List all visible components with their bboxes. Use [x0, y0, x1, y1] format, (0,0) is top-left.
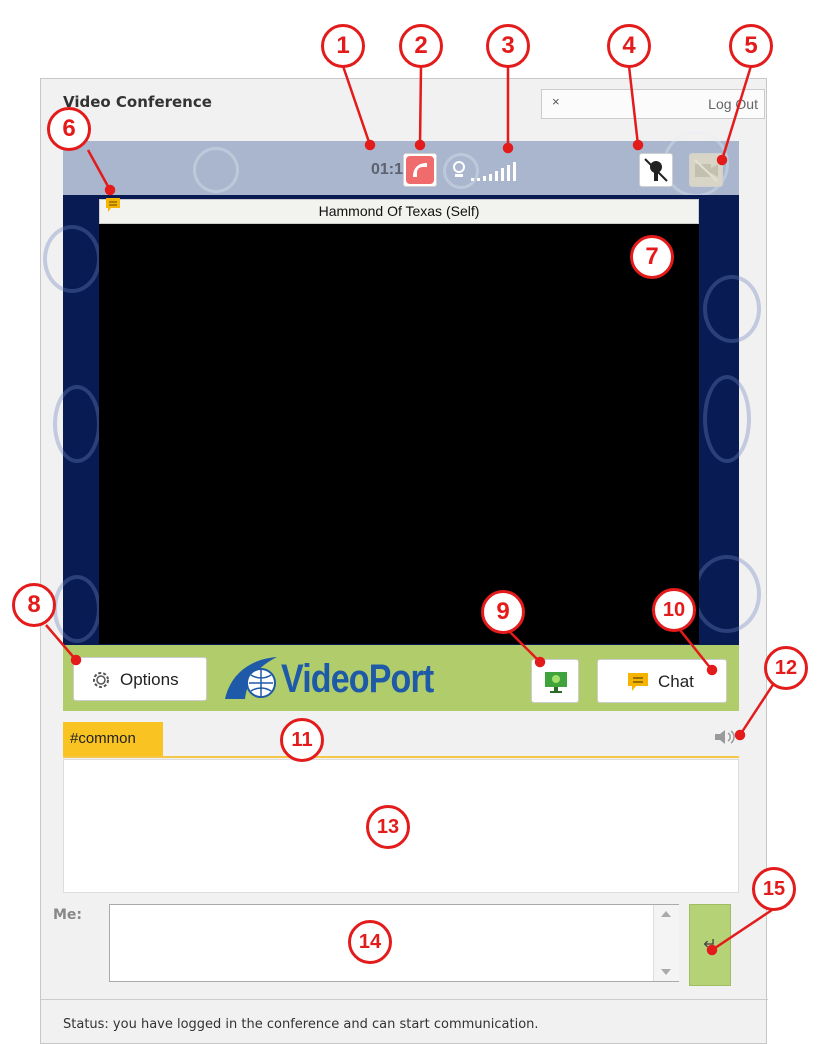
callout-2: 2: [399, 24, 443, 68]
scroll-up-icon[interactable]: [660, 909, 672, 919]
callout-6: 6: [47, 107, 91, 151]
send-message-button[interactable]: ↵: [689, 904, 731, 986]
close-icon[interactable]: ×: [552, 94, 560, 109]
callout-11: 11: [280, 718, 324, 762]
logout-label: Log Out: [708, 96, 758, 112]
callout-1: 1: [321, 24, 365, 68]
me-label: Me:: [53, 907, 83, 923]
signal-strength-indicator: [451, 157, 541, 183]
callout-7: 7: [630, 235, 674, 279]
status-message: Status: you have logged in the conferenc…: [63, 1017, 539, 1032]
microphone-muted-icon: [644, 158, 668, 182]
logo-text: VideoPort: [281, 657, 434, 701]
participant-chat-bubble-icon[interactable]: [103, 195, 123, 215]
screen-share-icon: [545, 672, 567, 693]
phone-hangup-icon: [406, 156, 434, 184]
video-panel: 01:13 Hammond Of Texas (Self) Options Vi…: [43, 131, 761, 711]
chat-input-scrollbar[interactable]: [653, 905, 679, 981]
conference-toolbar: Options VideoPort Chat: [63, 645, 739, 711]
hangup-button[interactable]: [403, 153, 437, 187]
tab-underline: [63, 756, 739, 758]
callout-4: 4: [607, 24, 651, 68]
chat-button[interactable]: Chat: [597, 659, 727, 703]
callout-12: 12: [764, 646, 808, 690]
videoport-logo: VideoPort: [221, 653, 441, 705]
signal-strength-icon: [453, 161, 516, 181]
callout-15: 15: [752, 867, 796, 911]
participant-name: Hammond Of Texas (Self): [318, 203, 480, 219]
scroll-down-icon[interactable]: [660, 967, 672, 977]
microphone-toggle-button[interactable]: [639, 153, 673, 187]
screen-share-button[interactable]: [531, 659, 579, 703]
chat-bubble-icon: [628, 673, 648, 691]
status-divider: [41, 999, 768, 1000]
gear-icon: [93, 672, 109, 688]
chat-label: Chat: [658, 672, 694, 691]
chat-message-input[interactable]: [109, 904, 679, 982]
camera-toggle-button[interactable]: [689, 153, 723, 187]
options-label: Options: [120, 670, 179, 689]
callout-5: 5: [729, 24, 773, 68]
speaker-icon[interactable]: [713, 727, 739, 747]
callout-8: 8: [12, 583, 56, 627]
callout-13: 13: [366, 805, 410, 849]
video-stream[interactable]: [99, 224, 699, 644]
camera-off-icon: [694, 159, 718, 182]
callout-3: 3: [486, 24, 530, 68]
options-button[interactable]: Options: [73, 657, 207, 701]
callout-10: 10: [652, 588, 696, 632]
channel-tab-label: #common: [70, 730, 136, 747]
logout-button[interactable]: × Log Out: [541, 89, 765, 119]
tab-common-channel[interactable]: #common: [63, 722, 163, 756]
callout-14: 14: [348, 920, 392, 964]
participant-label-bar: Hammond Of Texas (Self): [99, 199, 699, 224]
video-conference-window: Video Conference × Log Out 01:13 Hammond…: [40, 78, 768, 1044]
call-control-bar: 01:13: [63, 131, 739, 197]
window-title: Video Conference: [63, 93, 212, 111]
callout-9: 9: [481, 590, 525, 634]
